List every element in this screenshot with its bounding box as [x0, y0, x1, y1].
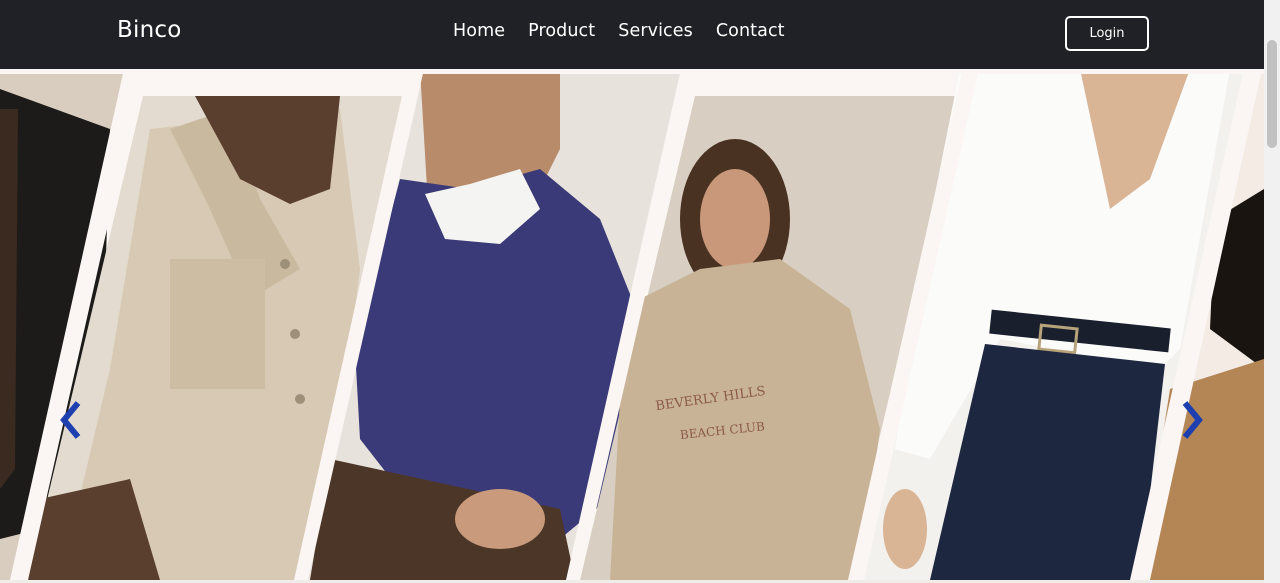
- brand-logo[interactable]: Binco: [117, 17, 181, 43]
- nav-menu: Home Product Services Contact: [453, 21, 785, 41]
- navbar: Binco Home Product Services Contact Logi…: [0, 0, 1264, 69]
- nav-services[interactable]: Services: [618, 21, 693, 41]
- chevron-left-icon: [60, 401, 81, 439]
- carousel-slides: BEVERLY HILLS BEACH CLUB: [0, 69, 1264, 580]
- scrollbar-thumb[interactable]: [1267, 40, 1277, 148]
- hero-carousel: BEVERLY HILLS BEACH CLUB: [0, 69, 1264, 580]
- carousel-prev-button[interactable]: [56, 396, 86, 444]
- chevron-right-icon: [1182, 401, 1203, 439]
- login-button[interactable]: Login: [1065, 16, 1149, 51]
- nav-contact[interactable]: Contact: [716, 21, 785, 41]
- nav-product[interactable]: Product: [528, 21, 595, 41]
- carousel-next-button[interactable]: [1177, 396, 1207, 444]
- nav-home[interactable]: Home: [453, 21, 505, 41]
